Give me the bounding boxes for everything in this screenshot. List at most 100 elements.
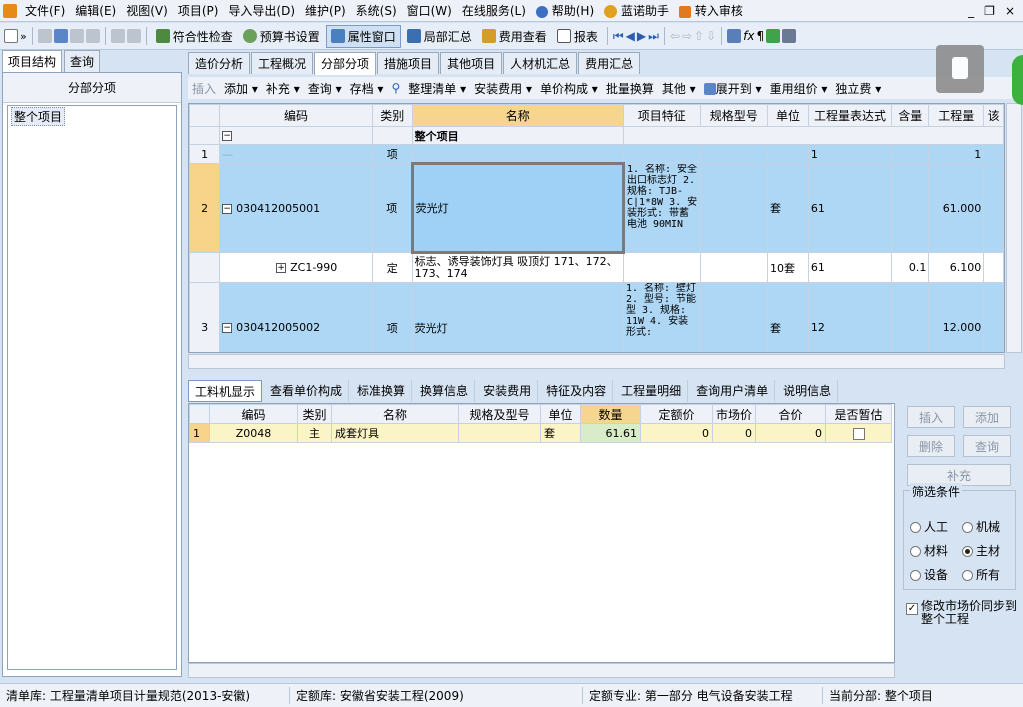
header-market-price[interactable]: 市场价 xyxy=(711,404,757,424)
code-cell[interactable]: −030412005001 xyxy=(219,163,373,253)
menu-help[interactable]: 帮助(H) xyxy=(531,2,599,19)
header-content[interactable]: 含量 xyxy=(891,104,930,127)
name-cell[interactable]: 成套灯具 xyxy=(331,423,459,443)
tab-cost-analysis[interactable]: 造价分析 xyxy=(188,52,251,74)
table-row[interactable]: + ZC1-990 定 标志、诱导装饰灯具 吸顶灯 171、172、173、174… xyxy=(189,252,1004,283)
unit-price-button[interactable]: 单价构成 ▾ xyxy=(540,80,598,97)
header-code[interactable]: 编码 xyxy=(219,104,373,127)
next-record-icon[interactable]: ▶ xyxy=(637,29,646,43)
qty-cell[interactable]: 12.000 xyxy=(928,282,985,352)
filter-machinery[interactable]: 机械 xyxy=(962,518,1000,535)
header-spec[interactable]: 规格型号 xyxy=(699,104,769,127)
header-spec[interactable]: 规格及型号 xyxy=(458,404,541,424)
market-price-cell[interactable]: 0 xyxy=(711,423,757,443)
archive-button[interactable]: 存档 ▾ xyxy=(350,80,384,97)
qty-cell[interactable]: 61.000 xyxy=(928,163,985,253)
header-name[interactable]: 名称 xyxy=(331,404,459,424)
type-cell[interactable]: 主 xyxy=(297,423,332,443)
tab-install-fee[interactable]: 安装费用 xyxy=(477,380,539,402)
side-add-button[interactable]: 添加 xyxy=(963,406,1011,428)
paste-icon[interactable] xyxy=(69,29,84,43)
tab-sub-items[interactable]: 分部分项 xyxy=(314,52,377,75)
code-cell[interactable]: −030412005002 xyxy=(219,282,373,352)
header-quantity[interactable]: 数量 xyxy=(580,404,641,424)
content-cell[interactable] xyxy=(891,282,930,352)
filter-equipment[interactable]: 设备 xyxy=(910,566,948,583)
unit-cell[interactable]: 套 xyxy=(540,423,581,443)
content-cell[interactable]: 0.1 xyxy=(891,252,930,283)
expr-cell[interactable]: 12 xyxy=(807,282,893,352)
cut-icon[interactable] xyxy=(37,29,52,43)
tab-measure-items[interactable]: 措施项目 xyxy=(377,52,440,74)
type-cell[interactable]: 项 xyxy=(371,163,413,253)
header-code[interactable]: 编码 xyxy=(209,404,298,424)
spec-cell[interactable] xyxy=(699,144,769,164)
green-cube-icon[interactable] xyxy=(766,29,781,43)
first-record-icon[interactable]: ⏮ xyxy=(613,29,624,44)
side-insert-button[interactable]: 插入 xyxy=(907,406,955,428)
header-quota-price[interactable]: 定额价 xyxy=(640,404,713,424)
tab-other-items[interactable]: 其他项目 xyxy=(440,52,503,74)
menu-window[interactable]: 窗口(W) xyxy=(402,2,457,19)
minimize-button[interactable]: _ xyxy=(968,4,974,18)
menu-import-export[interactable]: 导入导出(D) xyxy=(223,2,300,19)
filter-main-material[interactable]: 主材 xyxy=(962,542,1000,559)
expand-to-button[interactable]: 展开到 ▾ xyxy=(703,80,762,97)
tab-features-content[interactable]: 特征及内容 xyxy=(540,380,614,402)
header-type[interactable]: 类别 xyxy=(297,404,332,424)
spec-cell[interactable] xyxy=(699,282,769,352)
side-query-button[interactable]: 查询 xyxy=(963,435,1011,457)
compliance-check-button[interactable]: 符合性检查 xyxy=(152,26,237,47)
header-qty[interactable]: 工程量 xyxy=(928,104,985,127)
menu-assistant[interactable]: 蓝诺助手 xyxy=(599,2,674,19)
spec-cell[interactable] xyxy=(458,423,541,443)
floating-widget[interactable] xyxy=(936,45,984,93)
delete-icon[interactable] xyxy=(85,29,100,43)
header-provisional[interactable]: 是否暂估 xyxy=(825,404,893,424)
tab-quantity-detail[interactable]: 工程量明细 xyxy=(615,380,689,402)
insert-button[interactable]: 插入 xyxy=(192,80,216,97)
move-left-icon[interactable]: ⇦ xyxy=(670,29,680,43)
binoculars-icon[interactable]: ⚲ xyxy=(391,81,400,95)
quota-price-cell[interactable]: 0 xyxy=(640,423,713,443)
tab-unit-price-composition[interactable]: 查看单价构成 xyxy=(264,380,350,402)
code-cell[interactable]: + ZC1-990 xyxy=(219,252,373,283)
tab-notes[interactable]: 说明信息 xyxy=(777,380,839,402)
move-right-icon[interactable]: ⇨ xyxy=(682,29,692,43)
resource-horizontal-scrollbar[interactable] xyxy=(188,663,895,678)
feature-cell[interactable]: 1. 名称: 壁灯 2. 型号: 节能型 3. 规格: 11W 4. 安装形式: xyxy=(622,282,701,352)
prev-record-icon[interactable]: ◀ xyxy=(626,29,635,43)
calculator-icon[interactable] xyxy=(727,29,742,43)
group-row[interactable]: − 整个项目 xyxy=(189,126,1004,145)
provisional-cell[interactable] xyxy=(825,423,893,443)
green-side-tab[interactable] xyxy=(1012,55,1023,105)
provisional-checkbox[interactable] xyxy=(852,427,865,440)
more-icon[interactable]: » xyxy=(20,30,27,43)
batch-convert-button[interactable]: 批量换算 xyxy=(606,80,654,97)
sync-option[interactable]: ✓ 修改市场价同步到整个工程 xyxy=(906,600,1018,626)
add-button[interactable]: 添加 ▾ xyxy=(224,80,258,97)
property-window-button[interactable]: 属性窗口 xyxy=(325,24,401,48)
table-row[interactable]: 1 — 项 1 1 xyxy=(189,144,1004,164)
total-cell[interactable]: 0 xyxy=(755,423,827,443)
expr-cell[interactable]: 1 xyxy=(807,144,893,164)
name-cell[interactable]: 荧光灯 xyxy=(411,282,624,352)
collapse-icon[interactable]: − xyxy=(222,131,233,141)
code-cell[interactable]: Z0048 xyxy=(209,423,298,443)
filter-all[interactable]: 所有 xyxy=(962,566,1000,583)
menu-online-service[interactable]: 在线服务(L) xyxy=(457,2,531,19)
table-row[interactable]: 2 −030412005001 项 荧光灯 1. 名称: 安全出口标志灯 2. … xyxy=(189,162,1004,254)
redo-icon[interactable] xyxy=(126,29,141,43)
expr-cell[interactable]: 61 xyxy=(807,163,893,253)
header-unit[interactable]: 单位 xyxy=(540,404,581,424)
function-icon[interactable]: fx xyxy=(743,29,754,43)
close-button[interactable]: × xyxy=(1005,4,1015,18)
expr-cell[interactable]: 61 xyxy=(807,252,893,283)
feature-cell[interactable] xyxy=(622,252,701,283)
menu-system[interactable]: 系统(S) xyxy=(351,2,402,19)
independent-fee-button[interactable]: 独立费 ▾ xyxy=(835,80,881,97)
collapse-icon[interactable]: − xyxy=(222,203,233,214)
header-more[interactable]: 该 xyxy=(983,104,1004,127)
unit-cell[interactable]: 套 xyxy=(767,163,809,253)
copy-icon[interactable] xyxy=(53,29,68,43)
